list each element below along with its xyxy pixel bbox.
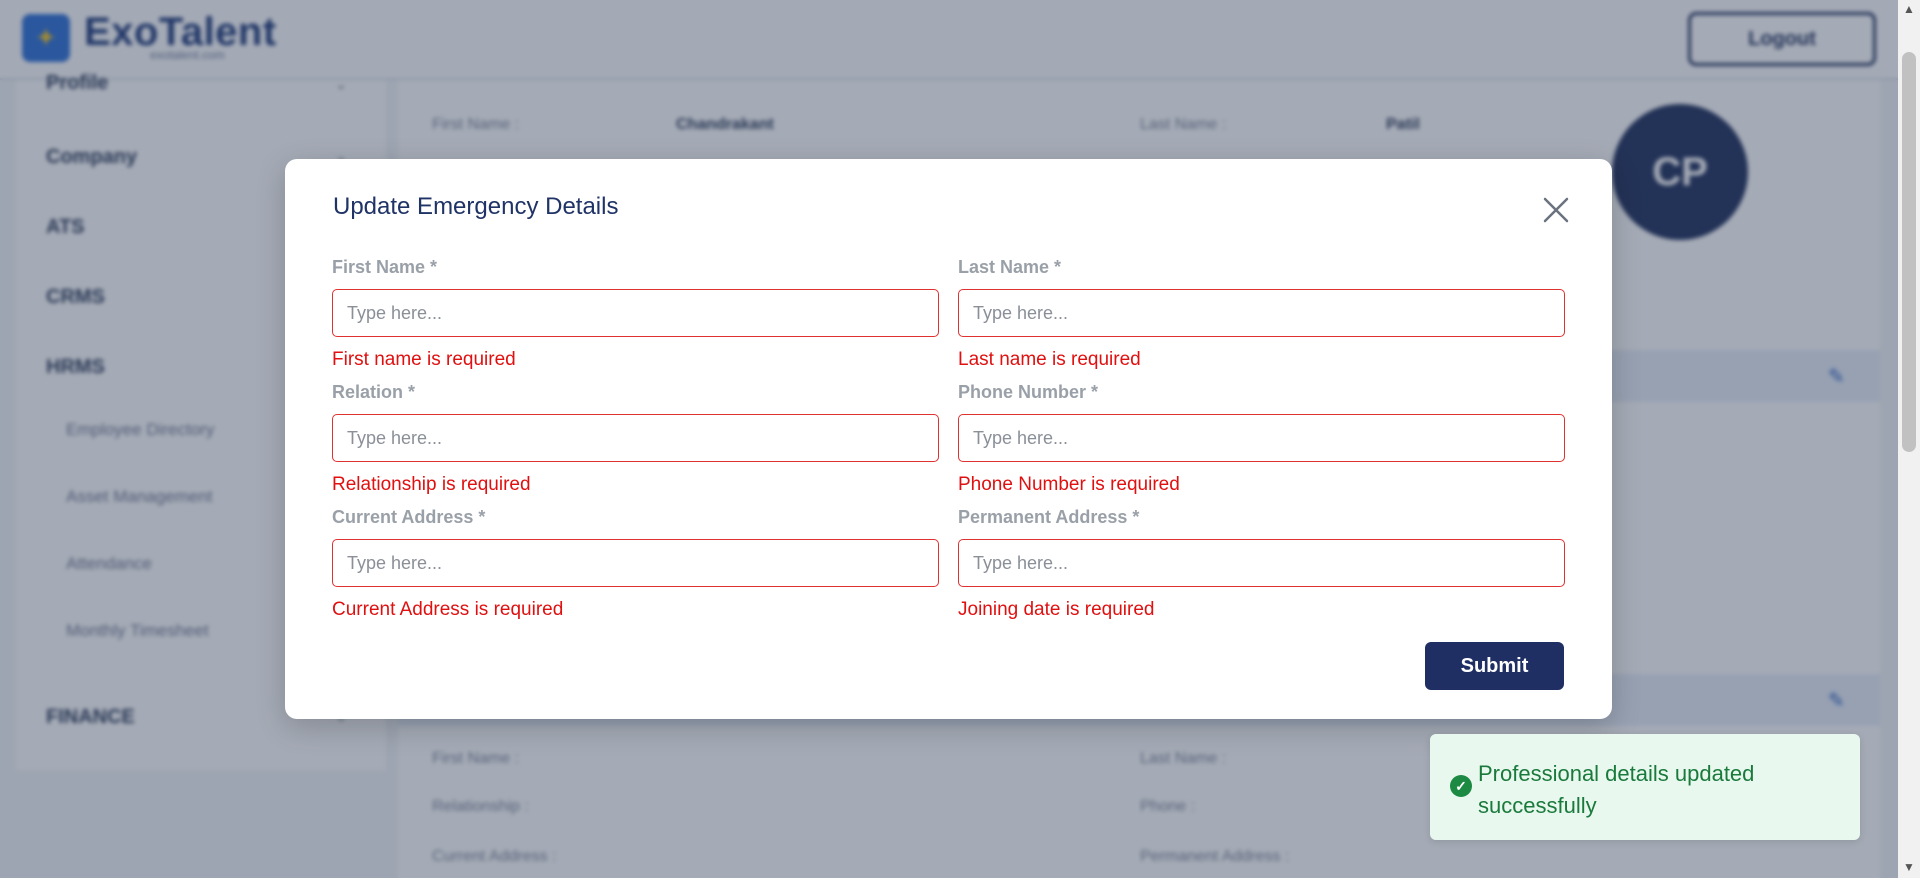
relation-label: Relation * [332, 382, 416, 402]
last-name-label: Last Name * [958, 257, 1062, 277]
last-name-error: Last name is required [958, 349, 1141, 370]
first-name-input[interactable] [332, 289, 939, 337]
check-circle-icon: ✓ [1450, 775, 1472, 797]
scrollbar-thumb[interactable] [1902, 52, 1916, 452]
current-address-error: Current Address is required [332, 599, 564, 620]
current-address-label: Current Address * [332, 507, 486, 527]
first-name-field: First Name * First name is required [332, 255, 939, 371]
relation-input[interactable] [332, 414, 939, 462]
relation-error: Relationship is required [332, 474, 531, 495]
scroll-down-arrow-icon[interactable]: ▼ [1903, 860, 1915, 874]
update-emergency-details-modal: Update Emergency Details First Name * Fi… [285, 159, 1612, 719]
current-address-field: Current Address * Current Address is req… [332, 505, 939, 621]
modal-title: Update Emergency Details [333, 193, 619, 220]
phone-number-input[interactable] [958, 414, 1565, 462]
close-icon[interactable] [1539, 193, 1573, 227]
relation-field: Relation * Relationship is required [332, 380, 939, 496]
success-toast[interactable]: ✓ Professional details updated successfu… [1430, 734, 1860, 840]
last-name-input[interactable] [958, 289, 1565, 337]
permanent-address-input[interactable] [958, 539, 1565, 587]
permanent-address-error: Joining date is required [958, 599, 1155, 620]
first-name-label: First Name * [332, 257, 438, 277]
scroll-up-arrow-icon[interactable]: ▲ [1903, 2, 1915, 16]
page-scrollbar[interactable]: ▲ ▼ [1898, 0, 1920, 878]
phone-number-error: Phone Number is required [958, 474, 1180, 495]
current-address-input[interactable] [332, 539, 939, 587]
last-name-field: Last Name * Last name is required [958, 255, 1565, 371]
submit-button[interactable]: Submit [1425, 642, 1564, 690]
phone-number-label: Phone Number * [958, 382, 1099, 402]
phone-number-field: Phone Number * Phone Number is required [958, 380, 1565, 496]
toast-message: Professional details updated successfull… [1478, 761, 1755, 818]
permanent-address-label: Permanent Address * [958, 507, 1140, 527]
permanent-address-field: Permanent Address * Joining date is requ… [958, 505, 1565, 621]
first-name-error: First name is required [332, 349, 516, 370]
